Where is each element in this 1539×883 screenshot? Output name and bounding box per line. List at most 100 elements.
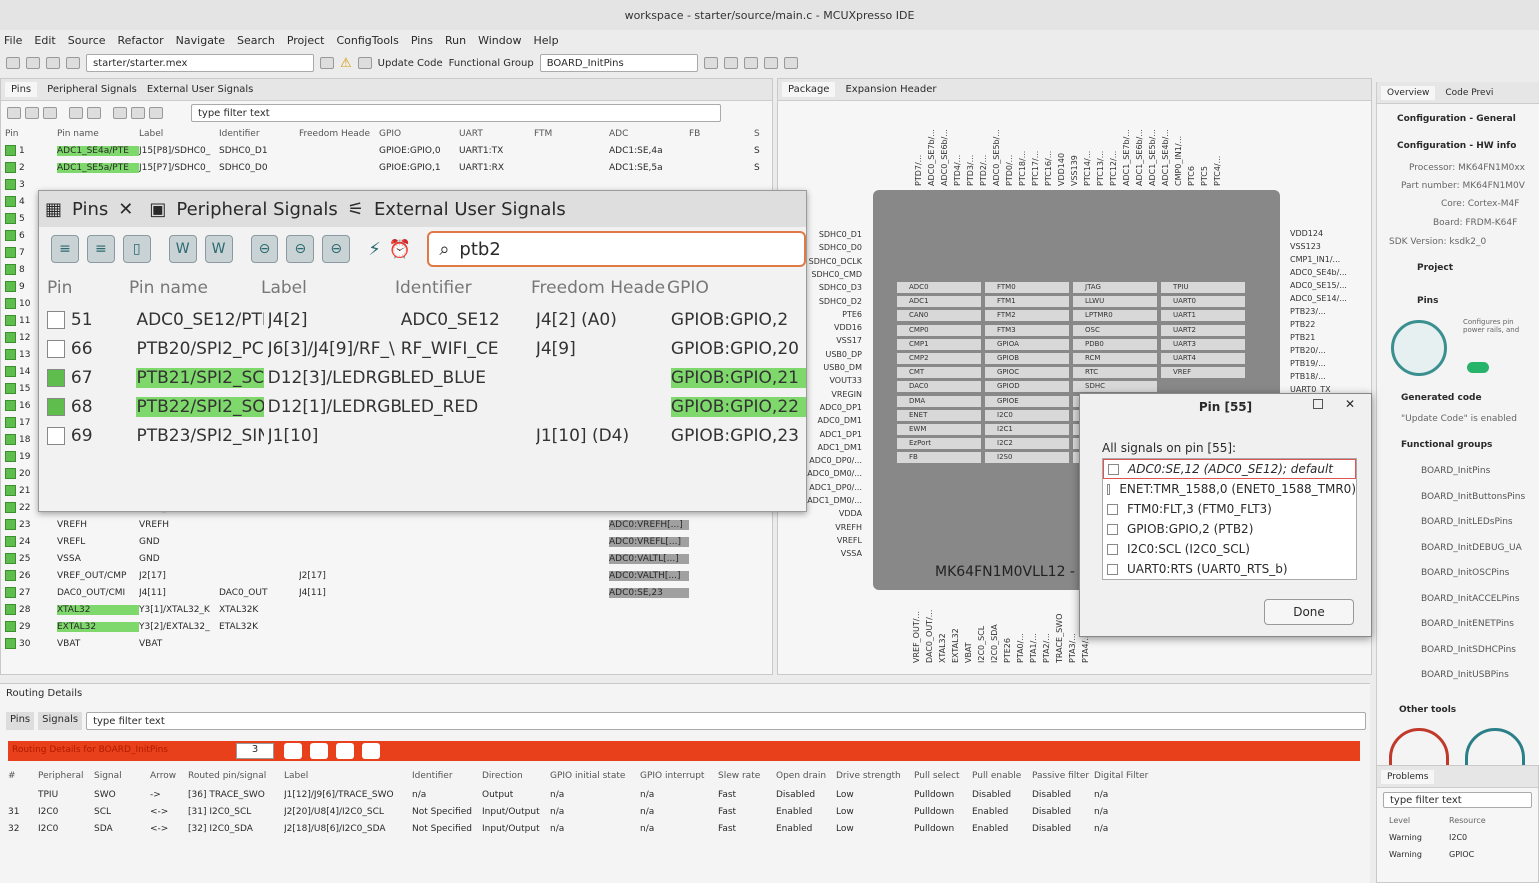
menu-project[interactable]: Project: [287, 34, 325, 47]
pin-checkbox[interactable]: [5, 485, 16, 496]
routing-col-header[interactable]: Direction: [482, 771, 550, 781]
col-label[interactable]: Label: [139, 129, 219, 139]
functional-group-item[interactable]: BOARD_InitUSBPins: [1421, 670, 1509, 680]
filter-icon[interactable]: [43, 107, 57, 119]
pin-checkbox[interactable]: [5, 332, 16, 343]
col-ftm[interactable]: FTM: [534, 129, 609, 139]
tab-external-user-signals[interactable]: External User Signals: [147, 84, 254, 95]
save-icon[interactable]: [26, 57, 40, 69]
arrow-icon[interactable]: ⊖: [250, 235, 279, 263]
close-icon[interactable]: ✕: [1345, 397, 1355, 411]
functional-group-item[interactable]: BOARD_InitLEDsPins: [1421, 517, 1513, 527]
peripheral-block-gpiod[interactable]: GPIOD: [985, 381, 1069, 393]
zoom-col-pin[interactable]: Pin: [39, 278, 129, 298]
lightning-icon[interactable]: ⚡: [368, 239, 381, 260]
pin-checkbox[interactable]: [5, 451, 16, 462]
pin-row[interactable]: 23 VREFH VREFH ADC0:VREFH[...]: [1, 516, 772, 533]
config-hw[interactable]: Configuration - HW info: [1397, 141, 1516, 151]
col-uart[interactable]: UART: [459, 129, 534, 139]
toolbar-icon-c[interactable]: [743, 57, 758, 69]
zoom-pin-row[interactable]: 67 PTB21/SPI2_SCI D12[3]/LEDRGB LED_BLUE GPI…: [39, 363, 806, 392]
peripheral-block-i2c2[interactable]: I2C2: [985, 438, 1069, 450]
menu-source[interactable]: Source: [68, 34, 106, 47]
pin-checkbox[interactable]: [5, 621, 16, 632]
pin-checkbox[interactable]: [5, 519, 16, 530]
w-icon[interactable]: W: [168, 235, 197, 263]
tab-expansion-header[interactable]: Expansion Header: [845, 84, 936, 95]
routing-col-header[interactable]: Slew rate: [718, 771, 776, 781]
pin-checkbox[interactable]: [5, 349, 16, 360]
pin-checkbox[interactable]: [5, 570, 16, 581]
routing-row[interactable]: TPIU SWO -> [36] TRACE_SWO J1[12]/J9[6]/TRAC…: [8, 786, 1154, 803]
peripheral-block-rcm[interactable]: RCM: [1073, 353, 1157, 364]
signal-item[interactable]: GPIOB:GPIO,2 (PTB2): [1103, 519, 1356, 539]
zoom-pin-checkbox[interactable]: [47, 426, 65, 445]
arrow-icon[interactable]: ⊖: [286, 235, 315, 263]
pin-row[interactable]: 25 VSSA GND ADC0:VALTL[...]: [1, 550, 772, 567]
toolbar-icon-a[interactable]: [703, 57, 718, 69]
pin-checkbox[interactable]: [5, 298, 16, 309]
col-pin-name[interactable]: Pin name: [57, 129, 139, 139]
pin-checkbox[interactable]: [5, 536, 16, 547]
add-icon[interactable]: [284, 743, 302, 759]
pin-checkbox[interactable]: [5, 468, 16, 479]
zoom-tab-peripheral-signals[interactable]: Peripheral Signals: [176, 199, 337, 220]
toolbar-icon-b[interactable]: [723, 57, 738, 69]
pin-checkbox[interactable]: [5, 604, 16, 615]
menu-run[interactable]: Run: [445, 34, 466, 47]
filter-icon[interactable]: ≡: [51, 235, 79, 263]
filter-icon[interactable]: [87, 107, 101, 119]
tab-code-preview[interactable]: Code Previ: [1445, 88, 1493, 98]
peripheral-block-adc1[interactable]: ADC1: [897, 296, 981, 308]
pin-checkbox[interactable]: [5, 162, 16, 173]
zoom-col-gpio[interactable]: GPIO: [667, 278, 767, 298]
peripheral-block-enet[interactable]: ENET: [897, 409, 981, 421]
peripheral-block-gpioa[interactable]: GPIOA: [985, 338, 1069, 350]
zoom-pin-checkbox[interactable]: [47, 339, 65, 358]
pin-checkbox[interactable]: [5, 230, 16, 241]
problem-row[interactable]: Warning I2C0: [1377, 829, 1538, 846]
problems-filter[interactable]: type filter text: [1383, 792, 1532, 808]
zoom-search-input[interactable]: ⌕ ptb2: [427, 231, 806, 267]
tool-icon[interactable]: [1465, 728, 1525, 768]
filter-icon[interactable]: ≡: [86, 235, 115, 263]
tab-pins[interactable]: Pins: [5, 82, 38, 97]
arrow-icon[interactable]: [113, 107, 127, 119]
pin-row[interactable]: 28 XTAL32 Y3[1]/XTAL32_K XTAL32K: [1, 601, 772, 618]
signal-checkbox[interactable]: [1107, 523, 1118, 535]
project-section[interactable]: Project: [1417, 263, 1453, 273]
w-icon[interactable]: W: [204, 235, 233, 263]
filter-icon[interactable]: ▯: [122, 235, 151, 263]
routing-col-header[interactable]: Drive strength: [836, 771, 914, 781]
pin-row[interactable]: 30 VBAT VBAT: [1, 635, 772, 652]
peripheral-block-vref[interactable]: VREF: [1161, 367, 1245, 379]
peripheral-block-gpioe[interactable]: GPIOE: [985, 395, 1069, 407]
pin-checkbox[interactable]: [5, 502, 16, 513]
move-down-icon[interactable]: [362, 743, 380, 759]
zoom-pin-row[interactable]: 69 PTB23/SPI2_SIN J1[10] J1[10] (D4) GPIOB:G…: [39, 421, 806, 450]
config-file-field[interactable]: starter/starter.mex: [86, 54, 314, 72]
remove-icon[interactable]: [310, 743, 328, 759]
peripheral-block-ewm[interactable]: EWM: [897, 424, 981, 435]
routing-count[interactable]: 3: [236, 743, 274, 759]
pin-checkbox[interactable]: [5, 247, 16, 258]
tab-overview[interactable]: Overview: [1381, 85, 1436, 100]
peripheral-block-llwu[interactable]: LLWU: [1073, 296, 1157, 308]
routing-filter[interactable]: type filter text: [86, 712, 1367, 730]
menu-search[interactable]: Search: [237, 34, 275, 47]
peripheral-block-adc0[interactable]: ADC0: [897, 282, 981, 293]
functional-group-item[interactable]: BOARD_InitSDHCPins: [1421, 645, 1516, 655]
functional-group-item[interactable]: BOARD_InitDEBUG_UA: [1421, 543, 1522, 553]
pin-row[interactable]: 1 ADC1_SE4a/PTE J15[P8]/SDHC0_ SDHC0_D1 GPIO…: [1, 142, 772, 159]
pin-checkbox[interactable]: [5, 196, 16, 207]
signal-checkbox[interactable]: [1107, 483, 1111, 495]
peripheral-block-uart4[interactable]: UART4: [1161, 353, 1245, 364]
menu-pins[interactable]: Pins: [411, 34, 433, 47]
peripheral-block-dma[interactable]: DMA: [897, 395, 981, 407]
zoom-tab-pins[interactable]: Pins: [72, 199, 108, 220]
undo-icon[interactable]: [66, 57, 80, 69]
tab-package[interactable]: Package: [782, 82, 836, 97]
signal-item[interactable]: FTM0:FLT,3 (FTM0_FLT3): [1103, 499, 1356, 519]
col-s[interactable]: S: [754, 129, 764, 139]
peripheral-block-cmt[interactable]: CMT: [897, 367, 981, 379]
